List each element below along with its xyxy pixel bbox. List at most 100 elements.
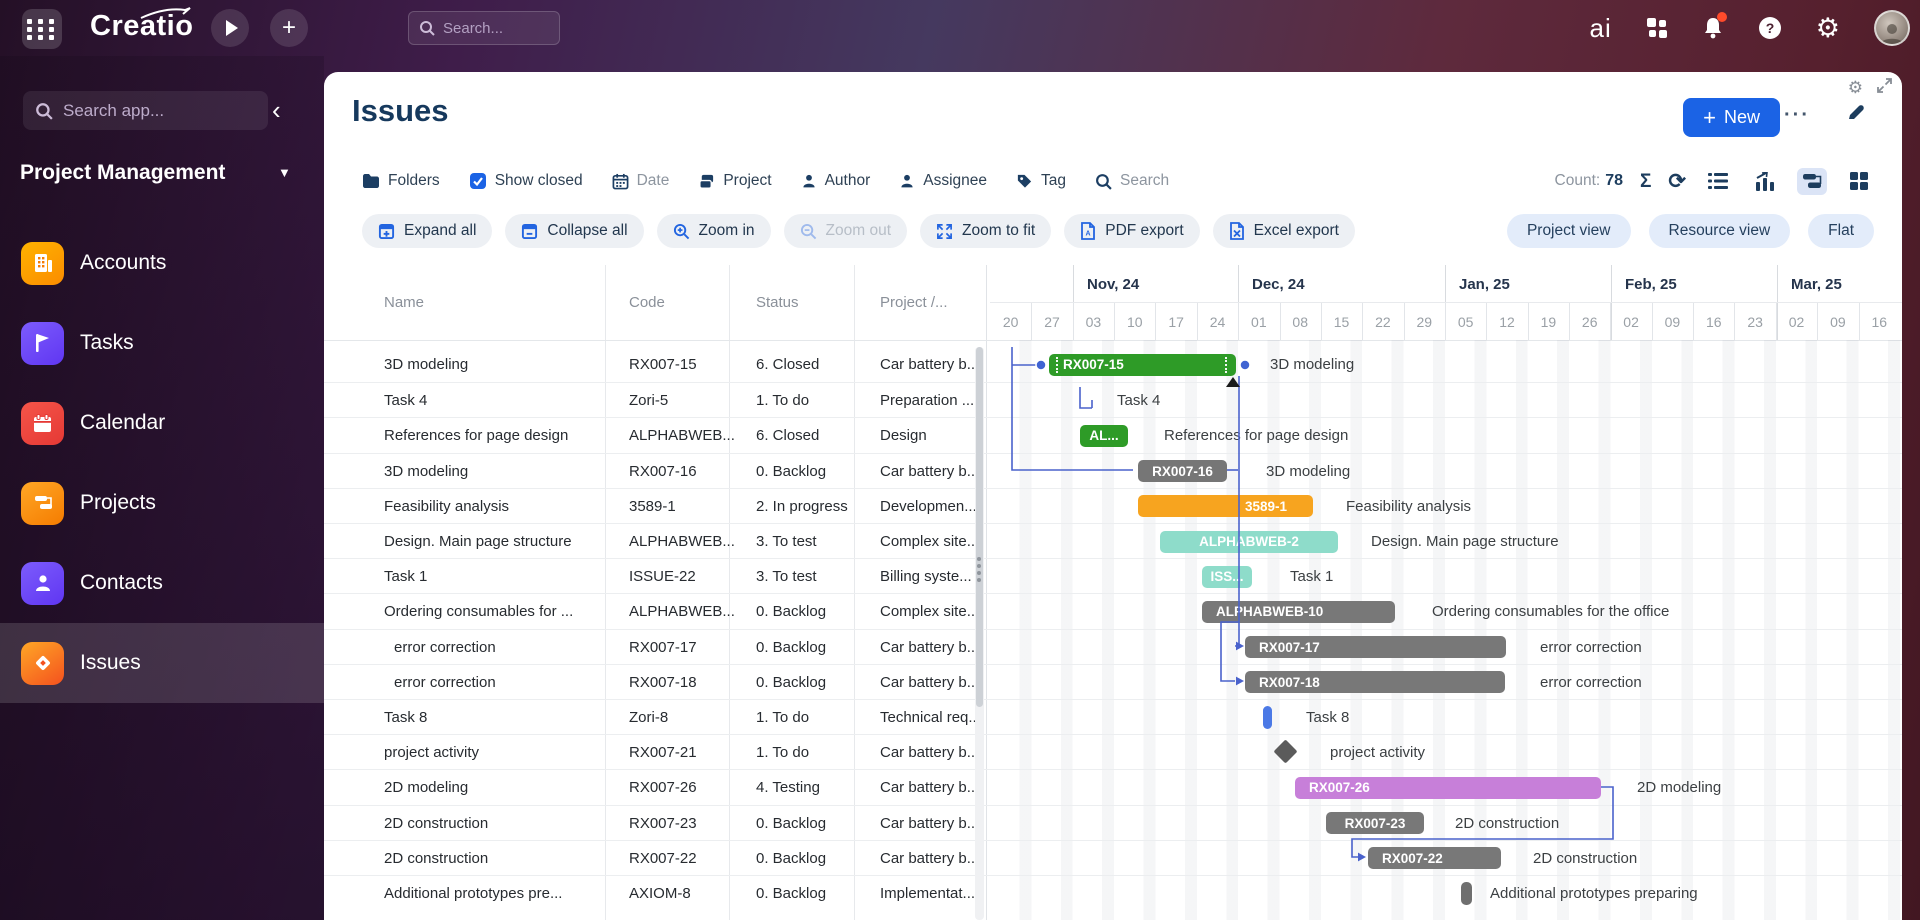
button-label: PDF export — [1105, 222, 1183, 240]
gantt-bar-35891[interactable]: 3589-1 — [1138, 495, 1313, 517]
filter-author[interactable]: Author — [801, 172, 871, 190]
cell-status: 0. Backlog — [756, 594, 876, 629]
help-icon[interactable]: ? — [1758, 16, 1782, 40]
flat-button[interactable]: Flat — [1808, 214, 1874, 248]
gantt-bar-alphabweb10[interactable]: ALPHABWEB-10 — [1202, 601, 1395, 623]
sidebar-item-issues[interactable]: Issues — [0, 623, 324, 703]
cell-project: Car battery b... — [880, 841, 980, 876]
gantt-short-task[interactable] — [1263, 706, 1272, 729]
filter-project[interactable]: Project — [698, 172, 771, 190]
table-row[interactable]: 3D modelingRX007-156. ClosedCar battery … — [324, 347, 1902, 382]
user-avatar[interactable] — [1874, 10, 1910, 46]
summaries-sigma-icon[interactable]: Σ — [1640, 172, 1651, 191]
gantt-bar-rx00716[interactable]: RX007-16 — [1138, 460, 1227, 482]
column-header-project[interactable]: Project /... — [880, 265, 948, 340]
expand-all-button[interactable]: Expand all — [362, 214, 492, 248]
quick-add-button[interactable]: + — [270, 9, 308, 47]
ai-assistant-button[interactable]: ai — [1590, 13, 1612, 44]
table-row[interactable]: References for page designALPHABWEB...6.… — [324, 417, 1902, 452]
sidebar-item-projects[interactable]: Projects — [0, 463, 324, 543]
folder-icon — [362, 173, 380, 189]
cell-name: Design. Main page structure — [384, 524, 594, 559]
table-row[interactable]: Design. Main page structureALPHABWEB...3… — [324, 523, 1902, 558]
filter-assignee[interactable]: Assignee — [899, 172, 987, 190]
gantt-bar-al[interactable]: AL... — [1080, 425, 1128, 447]
sidebar-item-contacts[interactable]: Contacts — [0, 543, 324, 623]
excel-export-button[interactable]: Excel export — [1213, 214, 1355, 248]
filter-folders[interactable]: Folders — [362, 172, 440, 190]
resize-handle[interactable] — [1056, 357, 1058, 373]
gantt-milestone-diamond[interactable] — [1273, 740, 1297, 764]
gantt-bar-rx00722[interactable]: RX007-22 — [1368, 847, 1501, 869]
gantt-short-task[interactable] — [1461, 882, 1472, 905]
gantt-bar-iss[interactable]: ISS... — [1202, 566, 1252, 588]
gantt-bar-rx00717[interactable]: RX007-17 — [1245, 636, 1506, 658]
filter-search[interactable]: Search — [1095, 172, 1169, 190]
zoom-out-button[interactable]: Zoom out — [784, 214, 907, 248]
resize-handle[interactable] — [1225, 357, 1227, 373]
filter-date[interactable]: Date — [612, 172, 670, 190]
gantt-bar-rx00715[interactable]: RX007-15 — [1049, 354, 1236, 376]
chart-view-icon[interactable] — [1750, 168, 1780, 195]
workspace-title[interactable]: Project Management — [20, 161, 225, 185]
table-row[interactable]: error correctionRX007-180. BacklogCar ba… — [324, 664, 1902, 699]
marketplace-apps-icon[interactable] — [1646, 17, 1668, 39]
refresh-icon[interactable]: ⟳ — [1668, 171, 1686, 192]
table-row[interactable]: Task 8Zori-81. To doTechnical req...Task… — [324, 699, 1902, 734]
app-search-input[interactable]: Search app... — [23, 91, 268, 130]
column-header-name[interactable]: Name — [384, 265, 424, 340]
project-view-button[interactable]: Project view — [1507, 214, 1631, 248]
column-header-status[interactable]: Status — [756, 265, 799, 340]
filter-label: Search — [1120, 172, 1169, 190]
sidebar-item-tasks[interactable]: Tasks — [0, 303, 324, 383]
workspace-caret-icon[interactable]: ▼ — [278, 165, 291, 180]
table-row[interactable]: project activityRX007-211. To doCar batt… — [324, 734, 1902, 769]
cell-code: Zori-8 — [629, 700, 747, 735]
gantt-bar-rx00726[interactable]: RX007-26 — [1295, 777, 1601, 799]
global-search-input[interactable]: Search... — [408, 11, 560, 45]
sidebar-item-accounts[interactable]: Accounts — [0, 223, 324, 303]
gantt-bar-rx00723[interactable]: RX007-23 — [1326, 812, 1424, 834]
collapse-all-button[interactable]: Collapse all — [505, 214, 643, 248]
filter-tag[interactable]: Tag — [1016, 172, 1066, 190]
scrollbar-thumb[interactable] — [976, 347, 983, 707]
table-row[interactable]: 2D constructionRX007-220. BacklogCar bat… — [324, 840, 1902, 875]
sidebar-item-calendar[interactable]: Calendar — [0, 383, 324, 463]
cell-name: error correction — [394, 665, 604, 700]
splitter-handle[interactable] — [977, 557, 981, 582]
more-actions-button[interactable]: ··· — [1784, 104, 1810, 127]
timeline-month: Dec, 24 — [1252, 265, 1305, 303]
run-process-button[interactable] — [211, 9, 249, 47]
table-scrollbar[interactable] — [975, 347, 984, 920]
table-row[interactable]: 2D constructionRX007-230. BacklogCar bat… — [324, 805, 1902, 840]
edit-pencil-icon[interactable] — [1846, 102, 1866, 122]
sidebar-collapse-icon[interactable]: ‹ — [272, 96, 281, 124]
pdf-export-button[interactable]: APDF export — [1064, 214, 1199, 248]
table-row[interactable]: 3D modelingRX007-160. BacklogCar battery… — [324, 453, 1902, 488]
cell-project: Complex site... — [880, 524, 980, 559]
notifications-bell-icon[interactable] — [1702, 16, 1724, 40]
gantt-bar-alphabweb2[interactable]: ALPHABWEB-2 — [1160, 531, 1338, 553]
new-button[interactable]: +New — [1683, 98, 1780, 137]
zoom-to-fit-button[interactable]: Zoom to fit — [920, 214, 1051, 248]
page-settings-gear-icon[interactable]: ⚙ — [1848, 78, 1863, 98]
resource-view-button[interactable]: Resource view — [1649, 214, 1791, 248]
column-header-code[interactable]: Code — [629, 265, 665, 340]
week-divider — [1486, 303, 1487, 340]
fullscreen-expand-icon[interactable] — [1877, 78, 1892, 98]
settings-gear-icon[interactable]: ⚙ — [1816, 15, 1840, 42]
table-row[interactable]: Feasibility analysis3589-12. In progress… — [324, 488, 1902, 523]
table-row[interactable]: Task 1ISSUE-223. To testBilling syste...… — [324, 558, 1902, 593]
table-row[interactable]: Task 4Zori-51. To doPreparation ...Task … — [324, 382, 1902, 417]
table-row[interactable]: 2D modelingRX007-264. TestingCar battery… — [324, 769, 1902, 804]
filter-show-closed[interactable]: Show closed — [469, 172, 583, 190]
gantt-bar-rx00718[interactable]: RX007-18 — [1245, 671, 1505, 693]
gantt-view-icon[interactable] — [1797, 168, 1827, 195]
grid-view-icon[interactable] — [1844, 168, 1874, 195]
app-launcher-icon[interactable] — [22, 9, 62, 49]
table-row[interactable]: error correctionRX007-170. BacklogCar ba… — [324, 629, 1902, 664]
table-row[interactable]: Ordering consumables for ...ALPHABWEB...… — [324, 593, 1902, 628]
zoom-in-button[interactable]: Zoom in — [657, 214, 771, 248]
table-row[interactable]: Additional prototypes pre...AXIOM-80. Ba… — [324, 875, 1902, 910]
list-view-icon[interactable] — [1703, 168, 1733, 195]
